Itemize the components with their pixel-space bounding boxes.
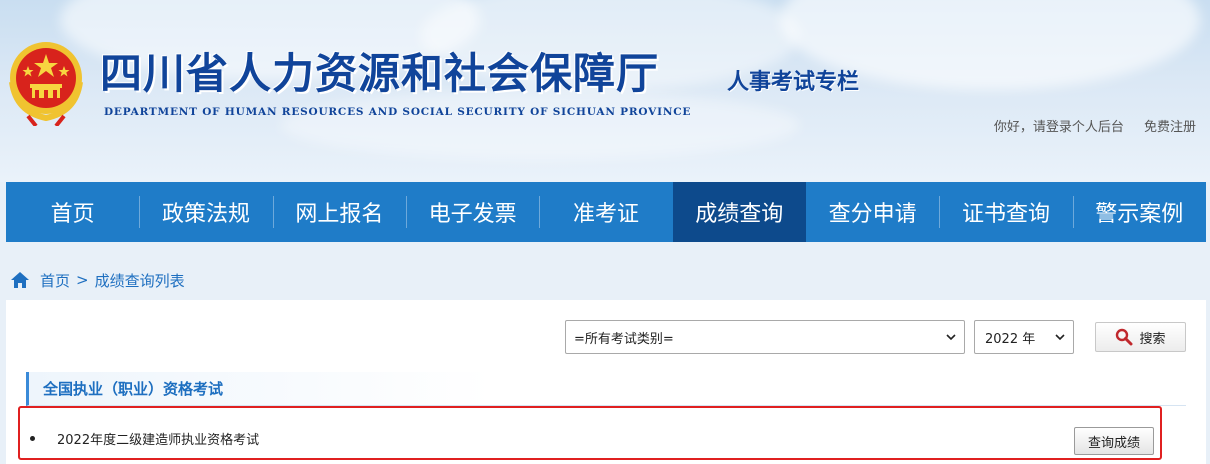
- exam-name: 2022年度二级建造师执业资格考试: [57, 432, 260, 448]
- site-title: 四川省人力资源和社会保障厅: [100, 49, 660, 98]
- breadcrumb-home[interactable]: 首页: [40, 270, 70, 291]
- nav-item-invoice[interactable]: 电子发票: [405, 182, 539, 242]
- list-item: 2022年度二级建造师执业资格考试: [30, 428, 259, 448]
- search-button-label: 搜索: [1139, 331, 1166, 347]
- nav-item-warning-cases[interactable]: 警示案例: [1072, 182, 1206, 242]
- exam-type-select[interactable]: =所有考试类别=: [565, 320, 965, 354]
- query-score-button[interactable]: 查询成绩: [1074, 427, 1154, 455]
- login-link[interactable]: 你好，请登录个人后台: [994, 120, 1124, 135]
- results-panel: =所有考试类别= 2022 年 搜索 全国执业（职业）资格考试 2022年度二级…: [6, 300, 1206, 464]
- chevron-down-icon: [1055, 334, 1065, 341]
- breadcrumb-separator: >: [76, 271, 89, 289]
- main-nav: 首页 政策法规 网上报名 电子发票 准考证 成绩查询 查分申请 证书查询 警示案…: [6, 182, 1206, 242]
- register-link[interactable]: 免费注册: [1144, 120, 1196, 135]
- home-icon: [11, 272, 29, 288]
- chevron-down-icon: [946, 334, 956, 341]
- nav-item-registration[interactable]: 网上报名: [272, 182, 406, 242]
- breadcrumb: 首页 > 成绩查询列表: [10, 268, 185, 292]
- magnifier-icon: [1116, 328, 1133, 346]
- year-select[interactable]: 2022 年: [974, 320, 1074, 354]
- breadcrumb-current[interactable]: 成绩查询列表: [95, 270, 185, 291]
- header-banner: 四川省人力资源和社会保障厅 DEPARTMENT OF HUMAN RESOUR…: [0, 0, 1210, 182]
- search-button[interactable]: 搜索: [1095, 322, 1186, 352]
- bullet: [30, 435, 35, 441]
- national-emblem-icon: [9, 42, 83, 126]
- nav-item-policy[interactable]: 政策法规: [139, 182, 272, 242]
- nav-item-certificate-query[interactable]: 证书查询: [939, 182, 1072, 242]
- exam-type-value: =所有考试类别=: [574, 331, 674, 347]
- nav-item-score-review[interactable]: 查分申请: [806, 182, 939, 242]
- user-links: 你好，请登录个人后台 免费注册: [994, 116, 1196, 135]
- year-value: 2022 年: [985, 331, 1036, 347]
- site-title-english: DEPARTMENT OF HUMAN RESOURCES AND SOCIAL…: [104, 106, 692, 118]
- nav-item-home[interactable]: 首页: [6, 182, 139, 242]
- section-subtitle: 人事考试专栏: [727, 70, 860, 95]
- nav-item-admission-ticket[interactable]: 准考证: [539, 182, 672, 242]
- nav-item-score-query[interactable]: 成绩查询: [672, 182, 806, 242]
- section-heading: 全国执业（职业）资格考试: [26, 372, 1186, 406]
